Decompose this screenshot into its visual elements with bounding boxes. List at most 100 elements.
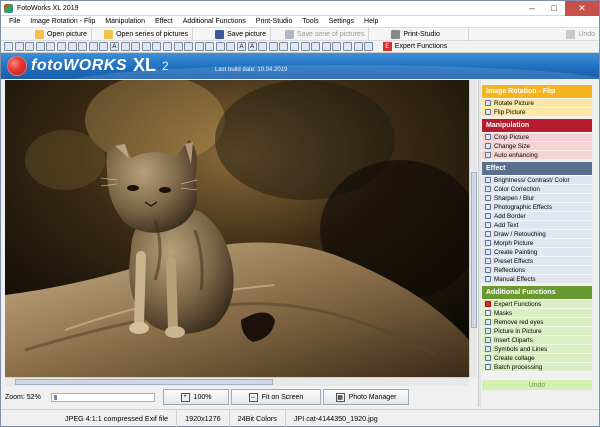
status-filename: JPI cat-4144350_1920.jpg xyxy=(293,413,378,423)
text-icon[interactable]: A xyxy=(109,42,119,51)
preset-icon[interactable] xyxy=(152,42,162,51)
item-morph-picture[interactable]: Morph Picture xyxy=(482,239,592,248)
rotate-left-icon[interactable] xyxy=(14,42,24,51)
menu-print-studio[interactable]: Print-Studio xyxy=(251,16,298,28)
sharpen-icon[interactable] xyxy=(78,42,88,51)
adjust-icon[interactable] xyxy=(364,42,374,51)
item-manual-effects[interactable]: Manual Effects xyxy=(482,275,592,284)
section-manipulation[interactable]: Manipulation xyxy=(482,119,592,133)
item-photographic-effects[interactable]: Photographic Effects xyxy=(482,203,592,212)
eye-icon[interactable] xyxy=(311,42,321,51)
horizontal-scroll-thumb[interactable] xyxy=(15,379,273,385)
menu-effect[interactable]: Effect xyxy=(150,16,178,28)
expert-icon xyxy=(485,301,491,307)
palette-icon xyxy=(485,249,491,255)
item-add-text[interactable]: Add Text xyxy=(482,221,592,230)
item-create-collage[interactable]: Create collage xyxy=(482,354,592,363)
text-icon[interactable]: A xyxy=(247,42,257,51)
open-picture-button[interactable]: Open picture xyxy=(1,27,93,41)
crop-icon[interactable] xyxy=(4,42,13,51)
item-crop-picture[interactable]: Crop Picture xyxy=(482,133,592,142)
photo-canvas[interactable] xyxy=(5,80,469,377)
item-batch-processing[interactable]: Batch processing xyxy=(482,363,592,372)
item-insert-cliparts[interactable]: Insert Cliparts xyxy=(482,336,592,345)
section-effect[interactable]: Effect xyxy=(482,162,592,176)
item-flip-picture[interactable]: Flip Picture xyxy=(482,108,592,117)
section-image-rotation[interactable]: Image Rotation - Flip xyxy=(482,85,592,99)
photo-manager-icon: ▦ xyxy=(335,392,345,402)
brush-icon[interactable] xyxy=(332,42,342,51)
save-picture-button[interactable]: Save picture xyxy=(193,27,271,41)
item-reflections[interactable]: Reflections xyxy=(482,266,592,275)
maximize-button[interactable]: □ xyxy=(543,1,565,16)
manual-effects-icon[interactable] xyxy=(173,42,183,51)
item-color-correction[interactable]: Color Correction xyxy=(482,185,592,194)
zoom-slider[interactable] xyxy=(51,392,155,402)
symbols-icon[interactable] xyxy=(226,42,236,51)
menu-settings[interactable]: Settings xyxy=(324,16,359,28)
menu-file[interactable]: File xyxy=(4,16,25,28)
item-draw-retouching[interactable]: Draw / Retouching xyxy=(482,230,592,239)
tools-icon[interactable] xyxy=(321,42,331,51)
clipart-icon[interactable] xyxy=(215,42,225,51)
item-expert-functions[interactable]: Expert Functions xyxy=(482,300,592,309)
expert-functions-button[interactable]: E Expert Functions xyxy=(382,42,447,51)
draw-icon[interactable] xyxy=(120,42,130,51)
effect-icon[interactable] xyxy=(88,42,98,51)
zoom-100-button[interactable]: + 100% xyxy=(163,389,229,405)
batch-icon[interactable] xyxy=(268,42,278,51)
status-dimensions: 1920x1276 xyxy=(177,409,230,427)
item-auto-enhancing[interactable]: Auto enhancing xyxy=(482,151,592,160)
grid-icon[interactable] xyxy=(290,42,300,51)
resize-icon[interactable] xyxy=(46,42,56,51)
collage-icon[interactable] xyxy=(258,42,268,51)
menu-help[interactable]: Help xyxy=(359,16,383,28)
morph-icon[interactable] xyxy=(131,42,141,51)
undo-button[interactable]: Undo xyxy=(562,28,599,41)
item-symbols-lines[interactable]: Symbols and Lines xyxy=(482,345,592,354)
settings-icon[interactable] xyxy=(300,42,310,51)
item-add-border[interactable]: Add Border xyxy=(482,212,592,221)
brightness-icon[interactable] xyxy=(56,42,66,51)
pencil-icon xyxy=(485,231,491,237)
item-sharpen-blur[interactable]: Sharpen / Blur xyxy=(482,194,592,203)
item-remove-red-eyes[interactable]: Remove red eyes xyxy=(482,318,592,327)
photo-manager-button[interactable]: ▦ Photo Manager xyxy=(323,389,409,405)
horizontal-scrollbar[interactable] xyxy=(5,377,469,386)
item-change-size[interactable]: Change Size xyxy=(482,142,592,151)
rotate-right-icon[interactable] xyxy=(25,42,35,51)
print-studio-button[interactable]: Print-Studio xyxy=(369,27,470,41)
menu-manipulation[interactable]: Manipulation xyxy=(100,16,150,28)
sharpen-icon xyxy=(485,195,491,201)
minimize-button[interactable]: – xyxy=(521,1,543,16)
item-preset-effects[interactable]: Preset Effects xyxy=(482,257,592,266)
menu-image-rotation[interactable]: Image Rotation - Flip xyxy=(25,16,100,28)
save-series-button[interactable]: Save serie of pictures xyxy=(271,27,370,41)
open-series-button[interactable]: Open series of pictures xyxy=(92,27,194,41)
mask-icon[interactable] xyxy=(184,42,194,51)
reflection-icon[interactable] xyxy=(162,42,172,51)
red-eye-icon[interactable] xyxy=(194,42,204,51)
text-icon[interactable]: A xyxy=(237,42,247,51)
close-button[interactable]: ✕ xyxy=(565,0,599,16)
filter-icon[interactable] xyxy=(343,42,352,51)
menu-additional-functions[interactable]: Additional Functions xyxy=(178,16,251,28)
item-create-painting[interactable]: Create Painting xyxy=(482,248,592,257)
item-rotate-picture[interactable]: Rotate Picture xyxy=(482,99,592,108)
panel-undo-button[interactable]: Undo xyxy=(482,380,592,390)
item-brightness[interactable]: Brightness/ Contrast/ Color xyxy=(482,176,592,185)
flip-icon[interactable] xyxy=(35,42,45,51)
color-icon[interactable] xyxy=(67,42,77,51)
vertical-scrollbar[interactable] xyxy=(469,80,477,377)
item-picture-in-picture[interactable]: Picture in Picture xyxy=(482,327,592,336)
menu-tools[interactable]: Tools xyxy=(297,16,323,28)
fit-on-screen-button[interactable]: ↔ Fit on Screen xyxy=(231,389,321,405)
painting-icon[interactable] xyxy=(141,42,151,51)
compare-icon[interactable] xyxy=(353,42,363,51)
frame-icon[interactable] xyxy=(279,42,289,51)
item-masks[interactable]: Masks xyxy=(482,309,592,318)
border-icon[interactable] xyxy=(99,42,109,51)
picture-in-picture-icon[interactable] xyxy=(205,42,215,51)
vertical-scroll-thumb[interactable] xyxy=(471,172,477,328)
section-additional-functions[interactable]: Additional Functions xyxy=(482,286,592,300)
